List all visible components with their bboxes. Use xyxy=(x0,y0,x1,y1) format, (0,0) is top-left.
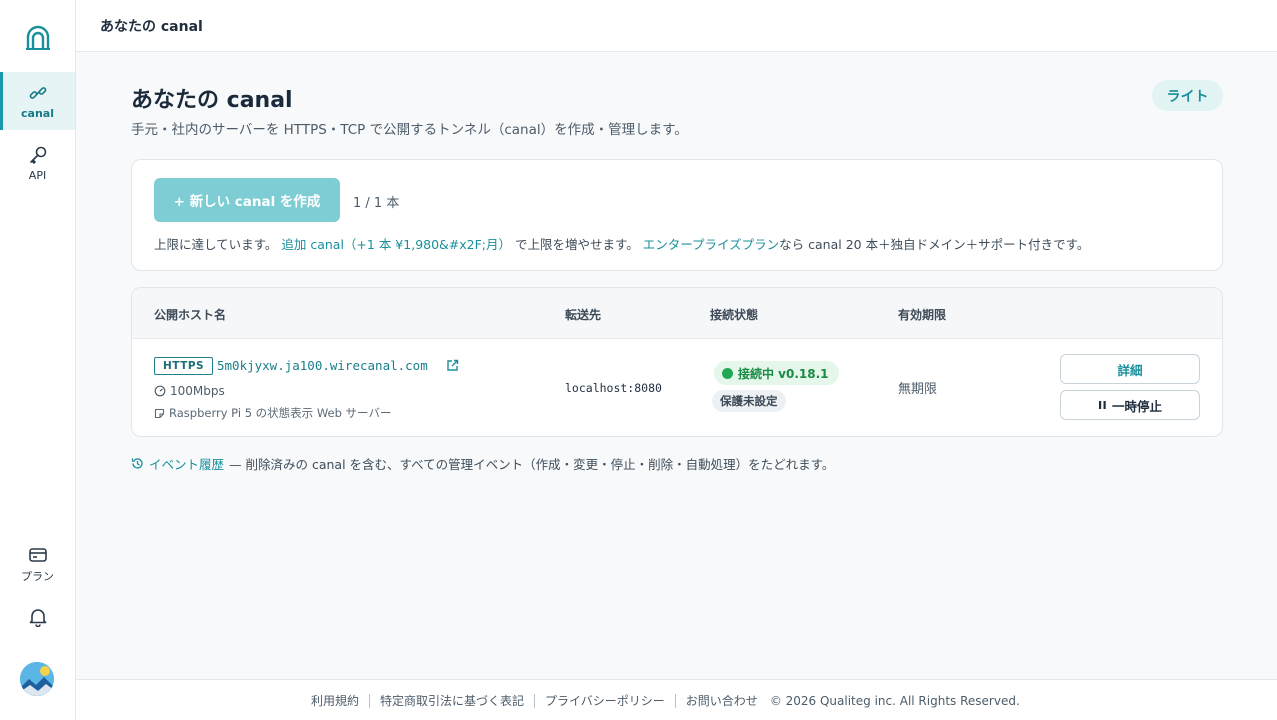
limit-note: 上限に達しています。 追加 canal（+1 本 ¥1,980&#x2F;月） … xyxy=(154,234,1089,253)
topbar: あなたの canal xyxy=(76,0,1277,52)
bell-icon xyxy=(29,609,46,627)
topbar-title: あなたの canal xyxy=(100,19,203,35)
create-canal-button[interactable]: + 新しい canal を作成 xyxy=(154,178,340,222)
footer-divider xyxy=(369,693,371,708)
canal-table: 公開ホスト名 転送先 接続状態 有効期限 HTTPS 5m0kjyxw.ja10… xyxy=(131,287,1223,437)
event-history-text: — 削除済みの canal を含む、すべての管理イベント（作成・変更・停止・削除… xyxy=(229,457,835,472)
limit-note-text: で上限を増やせます。 xyxy=(515,237,639,252)
speedometer-icon xyxy=(154,385,166,397)
enterprise-plan-link[interactable]: エンタープライズプラン xyxy=(643,237,779,252)
status-text: 接続中 v0.18.1 xyxy=(738,366,829,381)
bandwidth: 100Mbps xyxy=(154,384,225,398)
wallet-icon xyxy=(28,548,47,562)
protocol-badge: HTTPS xyxy=(154,357,214,375)
history-icon xyxy=(131,458,143,469)
footer-link-commercial-law[interactable]: 特定商取引法に基づく表記 xyxy=(380,692,524,709)
create-canal-card: + 新しい canal を作成 1 / 1 本 上限に達しています。 追加 ca… xyxy=(131,159,1223,271)
bandwidth-value: 100Mbps xyxy=(170,384,225,398)
copyright: © 2026 Qualiteg inc. All Rights Reserved… xyxy=(769,693,1020,708)
note-icon xyxy=(154,408,165,418)
sidebar-item-label: プラン xyxy=(21,570,54,583)
canal-count: 1 / 1 本 xyxy=(353,196,400,211)
avatar[interactable] xyxy=(20,662,54,696)
add-canal-link[interactable]: 追加 canal（+1 本 ¥1,980&#x2F;月） xyxy=(281,237,511,252)
sidebar: canal API プラン xyxy=(0,0,76,720)
footer-link-privacy[interactable]: プライバシーポリシー xyxy=(545,692,665,709)
status-badge: 接続中 v0.18.1 xyxy=(714,361,839,385)
expiry: 無期限 xyxy=(898,382,938,397)
column-header-expiry: 有効期限 xyxy=(898,308,947,322)
description-text: Raspberry Pi 5 の状態表示 Web サーバー xyxy=(169,406,392,420)
sidebar-item-label: canal xyxy=(21,106,54,120)
sidebar-item-plan[interactable]: プラン xyxy=(0,536,75,594)
link-icon xyxy=(29,86,46,99)
sidebar-item-canal[interactable]: canal xyxy=(0,72,75,130)
notifications-button[interactable] xyxy=(0,590,75,648)
limit-note-text: 上限に達しています。 xyxy=(154,237,278,252)
footer-divider xyxy=(534,693,536,708)
detail-button[interactable]: 詳細 xyxy=(1060,354,1200,384)
protection-badge: 保護未設定 xyxy=(712,390,786,412)
external-link-icon[interactable] xyxy=(446,359,459,372)
pause-button[interactable]: 一時停止 xyxy=(1060,390,1200,420)
column-header-host: 公開ホスト名 xyxy=(154,308,227,322)
column-header-status: 接続状態 xyxy=(710,308,759,322)
limit-note-text: なら canal 20 本＋独自ドメイン＋サポート付きです。 xyxy=(779,237,1090,252)
plan-badge: ライト xyxy=(1152,80,1223,111)
page-title: あなたの canal xyxy=(131,88,293,113)
event-history-link[interactable]: イベント履歴 xyxy=(149,454,224,473)
canal-logo-icon[interactable] xyxy=(24,24,52,52)
footer-divider xyxy=(674,693,676,708)
pause-button-label: 一時停止 xyxy=(1111,398,1162,414)
pause-icon xyxy=(1098,401,1106,409)
footer-link-contact[interactable]: お問い合わせ xyxy=(686,692,758,709)
page-subtitle: 手元・社内のサーバーを HTTPS・TCP で公開するトンネル（canal）を作… xyxy=(131,122,688,138)
key-icon xyxy=(29,146,46,164)
event-history: イベント履歴 — 削除済みの canal を含む、すべての管理イベント（作成・変… xyxy=(131,454,834,473)
sidebar-item-label: API xyxy=(28,168,47,182)
table-header: 公開ホスト名 転送先 接続状態 有効期限 xyxy=(132,288,1222,339)
destination: localhost:8080 xyxy=(565,381,662,395)
footer-links: 利用規約 特定商取引法に基づく表記 プライバシーポリシー お問い合わせ © 20… xyxy=(311,692,1020,709)
footer: 利用規約 特定商取引法に基づく表記 プライバシーポリシー お問い合わせ © 20… xyxy=(76,679,1277,720)
status-dot-icon xyxy=(722,367,733,379)
sidebar-item-api[interactable]: API xyxy=(0,134,75,192)
column-header-destination: 転送先 xyxy=(565,308,602,322)
footer-link-terms[interactable]: 利用規約 xyxy=(311,692,359,709)
public-host-link[interactable]: 5m0kjyxw.ja100.wirecanal.com xyxy=(217,358,428,373)
canal-description: Raspberry Pi 5 の状態表示 Web サーバー xyxy=(154,405,391,421)
